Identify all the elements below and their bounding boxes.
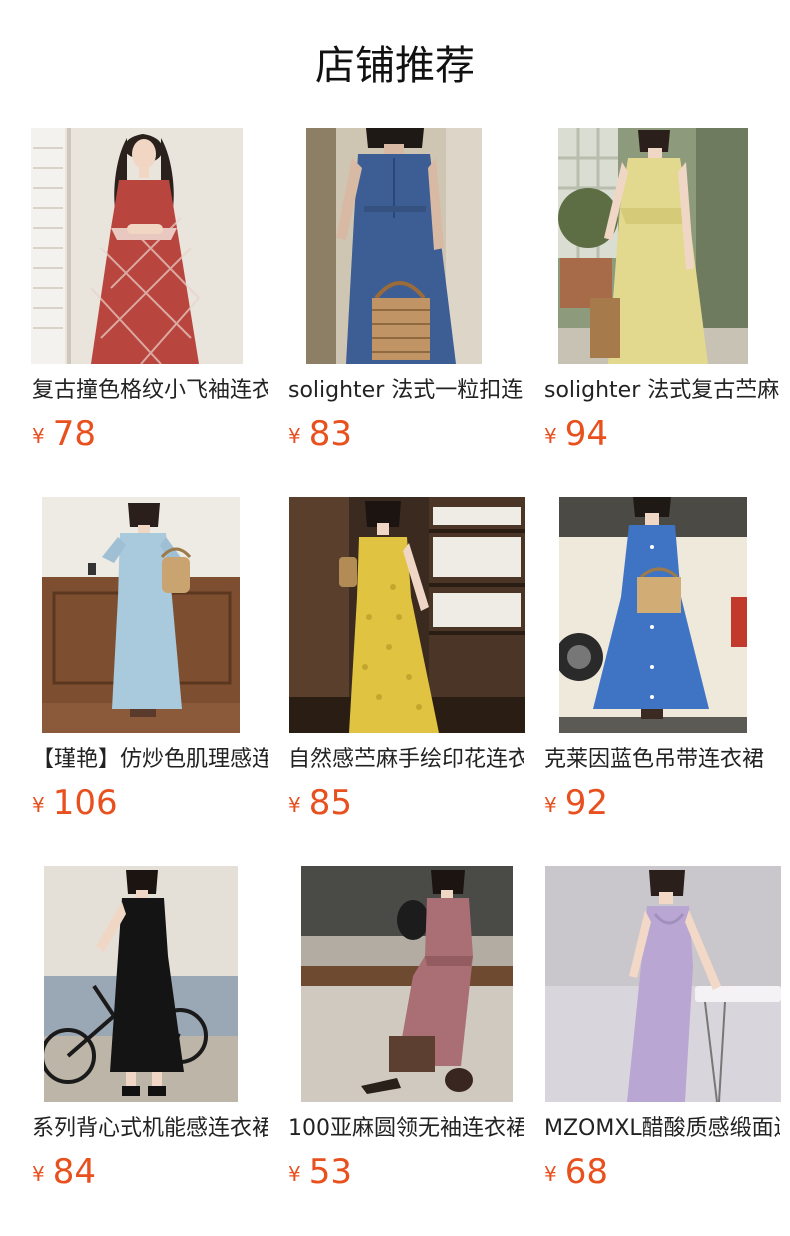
currency-symbol: ¥ xyxy=(32,1162,45,1186)
currency-symbol: ¥ xyxy=(32,424,45,448)
product-card[interactable]: 100亚麻圆领无袖连衣裙 ¥53 xyxy=(288,866,526,1206)
price-value: 84 xyxy=(52,1152,96,1192)
price-value: 94 xyxy=(564,414,608,454)
product-image[interactable] xyxy=(288,128,526,364)
price-value: 83 xyxy=(308,414,352,454)
price-value: 78 xyxy=(52,414,96,454)
product-card[interactable]: 复古撞色格纹小飞袖连衣裙 ¥78 xyxy=(31,128,270,468)
product-image[interactable] xyxy=(544,866,782,1102)
product-image[interactable] xyxy=(544,128,782,364)
product-card[interactable]: solighter 法式复古苎麻连衣裙 ¥94 xyxy=(544,128,782,468)
product-image[interactable] xyxy=(288,866,526,1102)
price-value: 106 xyxy=(52,783,118,823)
product-price: ¥85 xyxy=(288,781,352,825)
product-photo xyxy=(301,866,513,1102)
product-image[interactable] xyxy=(544,497,782,733)
currency-symbol: ¥ xyxy=(544,424,557,448)
product-name[interactable]: 【瑾艳】仿炒色肌理感连衣裙 xyxy=(32,745,268,775)
product-name[interactable]: 系列背心式机能感连衣裙 xyxy=(32,1114,268,1144)
product-name[interactable]: 100亚麻圆领无袖连衣裙 xyxy=(288,1114,524,1144)
product-photo xyxy=(289,497,525,733)
product-photo xyxy=(44,866,238,1102)
product-image[interactable] xyxy=(31,128,270,364)
product-price: ¥92 xyxy=(544,781,608,825)
product-name[interactable]: MZOMXL醋酸质感缎面连衣裙 xyxy=(544,1114,780,1144)
product-card[interactable]: 自然感苎麻手绘印花连衣裙 ¥85 xyxy=(288,497,526,837)
product-card[interactable]: solighter 法式一粒扣连衣裙 ¥83 xyxy=(288,128,526,468)
product-name[interactable]: 克莱因蓝色吊带连衣裙 xyxy=(544,745,780,775)
price-value: 53 xyxy=(308,1152,352,1192)
product-price: ¥53 xyxy=(288,1150,352,1194)
currency-symbol: ¥ xyxy=(544,793,557,817)
product-image[interactable] xyxy=(32,866,270,1102)
product-image[interactable] xyxy=(288,497,526,733)
currency-symbol: ¥ xyxy=(288,1162,301,1186)
product-card[interactable]: MZOMXL醋酸质感缎面连衣裙 ¥68 xyxy=(544,866,782,1206)
product-price: ¥83 xyxy=(288,412,352,456)
product-price: ¥68 xyxy=(544,1150,608,1194)
product-photo xyxy=(545,866,781,1102)
product-price: ¥94 xyxy=(544,412,608,456)
product-name[interactable]: 复古撞色格纹小飞袖连衣裙 xyxy=(32,376,268,406)
price-value: 85 xyxy=(308,783,352,823)
page-title: 店铺推荐 xyxy=(315,43,475,89)
product-image[interactable] xyxy=(32,497,270,733)
price-value: 92 xyxy=(564,783,608,823)
product-price: ¥106 xyxy=(32,781,118,825)
product-photo xyxy=(31,128,243,364)
product-photo xyxy=(559,497,747,733)
product-card[interactable]: 【瑾艳】仿炒色肌理感连衣裙 ¥106 xyxy=(32,497,270,837)
product-photo xyxy=(306,128,482,364)
currency-symbol: ¥ xyxy=(288,793,301,817)
product-photo xyxy=(42,497,240,733)
product-name[interactable]: solighter 法式复古苎麻连衣裙 xyxy=(544,376,780,406)
product-name[interactable]: solighter 法式一粒扣连衣裙 xyxy=(288,376,524,406)
product-card[interactable]: 系列背心式机能感连衣裙 ¥84 xyxy=(32,866,270,1206)
product-photo xyxy=(558,128,748,364)
currency-symbol: ¥ xyxy=(32,793,45,817)
currency-symbol: ¥ xyxy=(288,424,301,448)
product-name[interactable]: 自然感苎麻手绘印花连衣裙 xyxy=(288,745,524,775)
price-value: 68 xyxy=(564,1152,608,1192)
product-price: ¥84 xyxy=(32,1150,96,1194)
product-price: ¥78 xyxy=(32,412,96,456)
product-card[interactable]: 克莱因蓝色吊带连衣裙 ¥92 xyxy=(544,497,782,837)
currency-symbol: ¥ xyxy=(544,1162,557,1186)
